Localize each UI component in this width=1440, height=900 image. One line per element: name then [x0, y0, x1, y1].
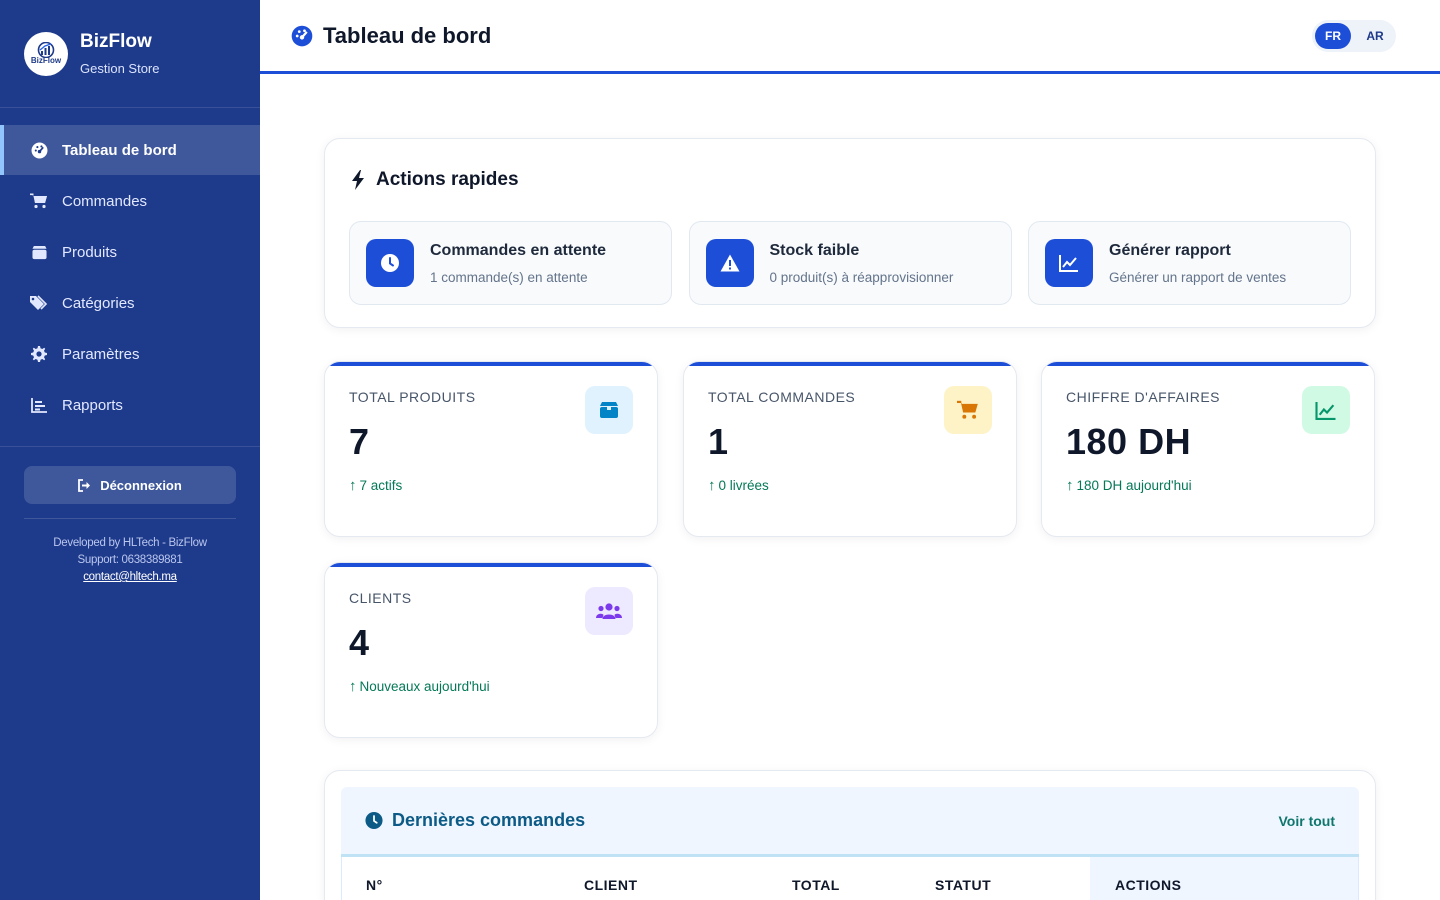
recent-orders-title: Dernières commandes: [365, 810, 585, 831]
sidebar-nav: Tableau de bord Commandes Produits Catég…: [0, 108, 260, 430]
gear-icon: [30, 345, 48, 363]
recent-orders-card: Dernières commandes Voir tout N° CLIENT …: [324, 770, 1376, 900]
column-header-actions[interactable]: ACTIONS: [1115, 877, 1182, 893]
quick-action-title: Stock faible: [769, 241, 860, 259]
stat-card-revenue[interactable]: CHIFFRE D'AFFAIRES 180 DH ↑ 180 DH aujour…: [1041, 361, 1375, 537]
stat-trend-text: 180 DH aujourd'hui: [1076, 478, 1192, 493]
bizflow-logo: BizFlow: [24, 31, 68, 76]
quick-action-generate-report[interactable]: Générer rapport Générer un rapport de ve…: [1028, 221, 1351, 305]
stat-trend: ↑ 7 actifs: [349, 477, 633, 494]
quick-action-low-stock[interactable]: Stock faible 0 produit(s) à réapprovisio…: [688, 221, 1012, 305]
quick-actions-title: Actions rapides: [376, 169, 519, 190]
box-icon: [585, 386, 633, 434]
sidebar-item-products[interactable]: Produits: [0, 227, 260, 277]
sidebar-item-label: Commandes: [62, 192, 148, 210]
stat-trend: ↑ 0 livrées: [708, 477, 992, 494]
tags-icon: [30, 294, 48, 312]
arrow-up-icon: ↑: [1066, 477, 1074, 494]
main-content: Actions rapides Commandes en attente 1 c…: [324, 138, 1376, 739]
sidebar-item-label: Paramètres: [62, 345, 140, 363]
recent-orders-header: Dernières commandes Voir tout: [341, 787, 1359, 857]
credits-support: Support: 0638389881: [77, 554, 183, 566]
credits-developer: Developed by HLTech - BizFlow: [53, 537, 207, 549]
sidebar-item-categories[interactable]: Catégories: [0, 278, 260, 328]
sidebar-item-reports[interactable]: Rapports: [0, 380, 260, 430]
sidebar-item-label: Catégories: [62, 294, 135, 312]
stat-trend: ↑ 180 DH aujourd'hui: [1066, 477, 1350, 494]
sidebar-item-dashboard[interactable]: Tableau de bord: [0, 125, 260, 175]
warning-icon: [705, 239, 754, 287]
lang-fr-button[interactable]: FR: [1315, 23, 1351, 49]
clock-icon: [365, 811, 383, 830]
chart-icon: [30, 396, 48, 414]
brand-name: BizFlow: [80, 31, 152, 52]
line-chart-icon: [1045, 239, 1093, 287]
recent-orders-title-text: Dernières commandes: [392, 810, 586, 830]
quick-action-pending-orders[interactable]: Commandes en attente 1 commande(s) en at…: [349, 221, 672, 305]
stat-card-orders[interactable]: TOTAL COMMANDES 1 ↑ 0 livrées: [683, 361, 1017, 537]
logout-label: Déconnexion: [100, 477, 182, 493]
see-all-link[interactable]: Voir tout: [1278, 813, 1335, 829]
quick-action-subtitle: 0 produit(s) à réapprovisionner: [769, 269, 954, 285]
contact-email-link[interactable]: contact@hltech.ma: [83, 571, 177, 583]
lang-ar-button[interactable]: AR: [1357, 23, 1393, 49]
arrow-up-icon: ↑: [349, 477, 357, 494]
quick-action-title: Commandes en attente: [430, 241, 607, 259]
brand[interactable]: BizFlow BizFlow Gestion Store: [0, 0, 260, 108]
column-header-number[interactable]: N°: [366, 877, 383, 893]
sidebar-item-label: Produits: [62, 243, 118, 261]
sidebar: BizFlow BizFlow Gestion Store Tableau de…: [0, 0, 260, 900]
stat-trend: ↑ Nouveaux aujourd'hui: [349, 678, 633, 695]
page-title: Tableau de bord: [323, 22, 492, 48]
dashboard-icon: [291, 25, 313, 47]
sidebar-divider: [0, 446, 260, 447]
sidebar-item-orders[interactable]: Commandes: [0, 176, 260, 226]
stats-grid: TOTAL PRODUITS 7 ↑ 7 actifs TOTAL COMMAND…: [324, 361, 1376, 739]
stat-trend-text: Nouveaux aujourd'hui: [359, 679, 490, 694]
arrow-up-icon: ↑: [349, 678, 357, 695]
brand-subtitle: Gestion Store: [80, 61, 160, 76]
cart-icon: [944, 386, 992, 434]
column-header-total[interactable]: TOTAL: [792, 877, 840, 893]
sidebar-item-label: Tableau de bord: [62, 141, 177, 159]
quick-action-subtitle: 1 commande(s) en attente: [430, 269, 588, 285]
line-chart-icon: [1302, 386, 1350, 434]
top-header: Tableau de bord FR AR: [260, 0, 1440, 74]
sidebar-item-label: Rapports: [62, 396, 123, 414]
arrow-up-icon: ↑: [708, 477, 716, 494]
dashboard-icon: [30, 141, 48, 159]
stat-trend-text: 0 livrées: [718, 478, 769, 493]
logout-icon: [78, 478, 92, 492]
clock-icon: [366, 239, 414, 287]
footer-divider: [24, 518, 236, 519]
bolt-icon: [349, 170, 367, 190]
column-header-client[interactable]: CLIENT: [584, 877, 638, 893]
stat-trend-text: 7 actifs: [359, 478, 403, 493]
sidebar-credits: Developed by HLTech - BizFlow Support: 0…: [0, 535, 260, 586]
users-icon: [585, 587, 633, 635]
stat-card-products[interactable]: TOTAL PRODUITS 7 ↑ 7 actifs: [324, 361, 658, 537]
quick-action-title: Générer rapport: [1109, 241, 1231, 259]
logo-text: BizFlow: [30, 56, 62, 65]
column-header-status[interactable]: STATUT: [935, 877, 991, 893]
box-icon: [30, 243, 48, 261]
sidebar-item-settings[interactable]: Paramètres: [0, 329, 260, 379]
orders-table-header: N° CLIENT TOTAL STATUT ACTIONS: [341, 857, 1359, 900]
logout-button[interactable]: Déconnexion: [24, 466, 236, 504]
quick-actions-header: Actions rapides: [349, 139, 1351, 221]
quick-actions-card: Actions rapides Commandes en attente 1 c…: [324, 138, 1376, 328]
cart-icon: [30, 192, 48, 210]
language-switcher: FR AR: [1312, 20, 1396, 52]
quick-action-subtitle: Générer un rapport de ventes: [1109, 269, 1287, 285]
stat-card-clients[interactable]: CLIENTS 4 ↑ Nouveaux aujourd'hui: [324, 562, 658, 738]
